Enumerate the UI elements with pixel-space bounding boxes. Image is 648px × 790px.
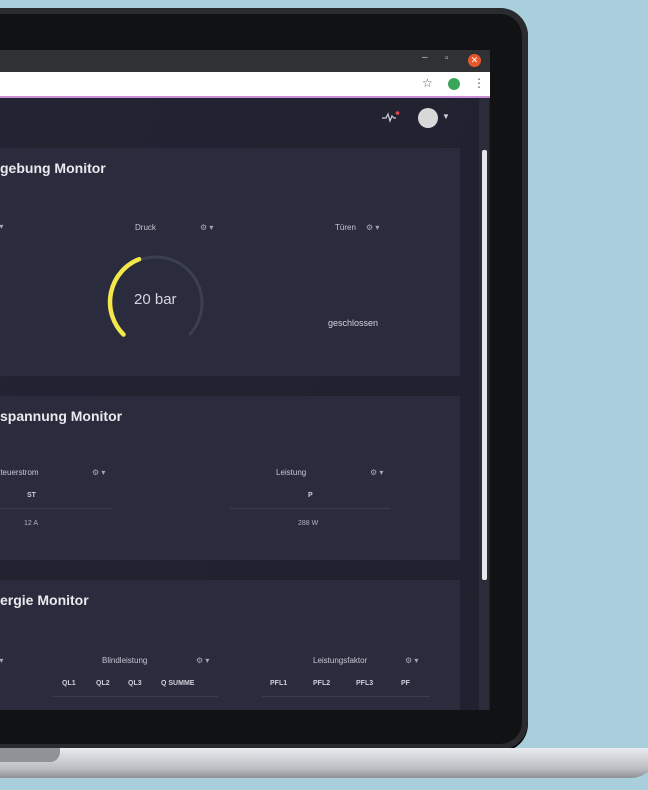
menu-kebab-icon[interactable]: ⋮ <box>473 76 485 90</box>
steuerstrom-column-header: ST <box>27 492 36 499</box>
address-bar[interactable]: ☆ ⋮ <box>0 72 490 98</box>
blindleistung-label: Blindleistung <box>102 656 148 665</box>
panel-title: spannung Monitor <box>0 408 123 424</box>
panel-title: ergie Monitor <box>0 592 89 608</box>
druck-value: 20 bar <box>134 291 177 308</box>
table-column-header: PFL1 <box>270 680 288 687</box>
laptop-screen: – ▫ ✕ ☆ ⋮ ▼ gebung Monitor ⚙ ▾ Druck ⚙ ▾ <box>0 50 490 710</box>
energie-monitor-panel: ergie Monitor ⚙ ▾ Blindleistung ⚙ ▾ QL1 … <box>0 580 460 710</box>
panel-title: gebung Monitor <box>0 160 106 176</box>
chevron-down-icon[interactable]: ▼ <box>442 112 450 121</box>
maximize-icon[interactable]: ▫ <box>445 53 449 64</box>
umgebung-monitor-panel: gebung Monitor ⚙ ▾ Druck ⚙ ▾ 20 bar Türe… <box>0 148 460 376</box>
leistung-label: Leistung <box>276 468 307 477</box>
table-column-header: QL2 <box>96 680 110 687</box>
leistungsfaktor-label: Leistungsfaktor <box>313 656 368 665</box>
steuerstrom-settings-gear-icon[interactable]: ⚙ ▾ <box>92 468 105 477</box>
tueren-settings-gear-icon[interactable]: ⚙ ▾ <box>366 223 379 232</box>
app-header: ▼ <box>0 98 490 142</box>
settings-gear-icon[interactable]: ⚙ ▾ <box>0 222 3 231</box>
steuerstrom-value: 12 A <box>24 520 39 527</box>
leistung-column-header: P <box>308 492 313 499</box>
leistungsfaktor-settings-gear-icon[interactable]: ⚙ ▾ <box>405 656 418 665</box>
extension-icon[interactable] <box>448 78 460 90</box>
bookmark-star-icon[interactable]: ☆ <box>422 76 433 90</box>
laptop-notch <box>0 748 60 762</box>
table-column-header: PF <box>401 680 410 687</box>
settings-gear-icon[interactable]: ⚙ ▾ <box>0 656 3 665</box>
close-icon[interactable]: ✕ <box>468 54 481 67</box>
tueren-value: geschlossen <box>328 318 379 328</box>
leistung-settings-gear-icon[interactable]: ⚙ ▾ <box>370 468 383 477</box>
activity-pulse-icon[interactable] <box>382 110 400 124</box>
druck-settings-gear-icon[interactable]: ⚙ ▾ <box>200 223 213 232</box>
table-divider <box>0 508 112 509</box>
scrollbar-thumb[interactable] <box>482 150 487 580</box>
minimize-icon[interactable]: – <box>422 52 428 63</box>
blindleistung-settings-gear-icon[interactable]: ⚙ ▾ <box>196 656 209 665</box>
table-divider <box>262 696 430 697</box>
table-divider <box>52 696 218 697</box>
steuerstrom-label: Steuerstrom <box>0 468 39 477</box>
dashboard-app: ▼ gebung Monitor ⚙ ▾ Druck ⚙ ▾ 20 bar Tü… <box>0 98 490 710</box>
table-column-header: QL1 <box>62 680 76 687</box>
tueren-label: Türen <box>335 223 356 232</box>
table-column-header: PFL2 <box>313 680 331 687</box>
table-divider <box>230 508 390 509</box>
user-avatar[interactable] <box>418 108 438 128</box>
notification-dot-icon <box>395 111 400 115</box>
browser-titlebar: – ▫ ✕ <box>0 50 490 72</box>
druck-label: Druck <box>135 223 156 232</box>
spannung-monitor-panel: spannung Monitor Steuerstrom ⚙ ▾ ST 12 A… <box>0 396 460 560</box>
table-column-header: Q SUMME <box>161 680 195 687</box>
table-column-header: PFL3 <box>356 680 374 687</box>
table-column-header: QL3 <box>128 680 142 687</box>
laptop-base <box>0 748 648 778</box>
leistung-value: 288 W <box>298 520 319 527</box>
